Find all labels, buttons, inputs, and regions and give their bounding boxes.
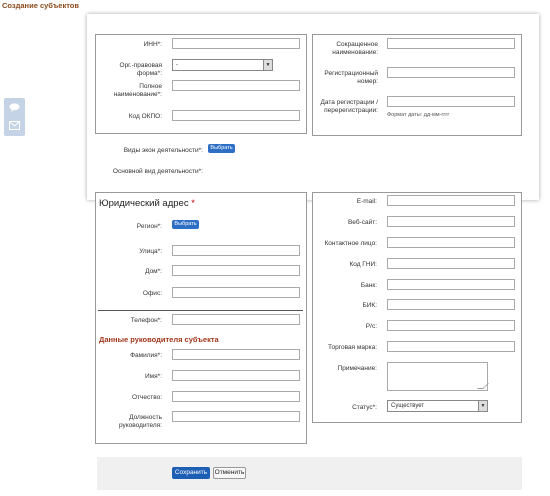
reg-num-input[interactable]	[387, 67, 515, 78]
reg-date-label-2: перерегистрации:	[324, 107, 378, 114]
full-name-input[interactable]	[172, 80, 300, 91]
email-input[interactable]	[387, 195, 515, 206]
firstname-input[interactable]	[172, 370, 300, 381]
position-input[interactable]	[172, 411, 300, 422]
status-label: Статус*:	[352, 404, 377, 411]
page-title: Создание субъектов	[2, 1, 79, 10]
gni-input[interactable]	[387, 258, 515, 269]
status-select[interactable]: Существует ▼	[387, 400, 488, 412]
patronymic-input[interactable]	[172, 391, 300, 402]
chevron-down-icon[interactable]: ▼	[478, 401, 487, 411]
position-label-1: Должность	[129, 414, 162, 421]
date-format-hint: Формат даты: дд-мм-гггг	[387, 112, 450, 118]
patronymic-label: Отчество:	[131, 394, 162, 401]
chat-bubble-icon[interactable]	[9, 103, 20, 112]
full-name-label-1: Полное	[139, 83, 162, 90]
note-textarea[interactable]	[387, 362, 489, 391]
form-footer	[97, 457, 522, 490]
reg-date-label-1: Дата регистрации /	[320, 99, 378, 106]
inn-input[interactable]	[172, 38, 300, 49]
bank-input[interactable]	[387, 279, 515, 290]
chevron-down-icon[interactable]: ▼	[263, 60, 272, 70]
website-input[interactable]	[387, 216, 515, 227]
firstname-label: Имя*:	[145, 373, 162, 380]
trademark-label: Торговая марка:	[328, 344, 377, 351]
lastname-label: Фамилия*:	[130, 352, 162, 359]
inn-label: ИНН*:	[143, 41, 162, 48]
region-choose-button[interactable]: Выбрать	[172, 220, 199, 229]
side-tab[interactable]	[4, 98, 25, 136]
bik-input[interactable]	[387, 299, 515, 310]
region-label: Регион*:	[136, 223, 162, 230]
org-form-select[interactable]: - ▼	[172, 59, 273, 71]
house-input[interactable]	[172, 265, 300, 276]
full-name-label-2: наименование*:	[113, 91, 162, 98]
account-input[interactable]	[387, 320, 515, 331]
street-label: Улица*:	[139, 248, 162, 255]
house-label: Дом*:	[145, 268, 162, 275]
office-input[interactable]	[172, 287, 300, 298]
contact-person-input[interactable]	[387, 237, 515, 248]
account-label: Р/с:	[365, 323, 377, 330]
email-label: E-mail:	[356, 198, 377, 205]
envelope-icon[interactable]	[9, 121, 20, 130]
head-section-title: Данные руководителя субъекта	[99, 335, 219, 344]
street-input[interactable]	[172, 245, 300, 256]
reg-num-label-2: номер:	[357, 78, 378, 85]
reg-date-input[interactable]	[387, 96, 515, 107]
website-label: Веб-сайт:	[347, 219, 377, 226]
position-label-2: руководителя:	[118, 422, 162, 429]
lastname-input[interactable]	[172, 349, 300, 360]
short-name-label-2: наименование:	[332, 49, 378, 56]
okpo-input[interactable]	[172, 110, 300, 121]
resize-grip-icon[interactable]	[477, 383, 489, 389]
gni-label: Код ГНИ:	[349, 261, 377, 268]
address-divider	[98, 310, 303, 311]
bank-label: Банк:	[360, 282, 377, 289]
status-value: Существует	[391, 403, 425, 409]
save-button[interactable]: Сохранить	[172, 467, 210, 479]
short-name-label-1: Сокращенное	[336, 41, 378, 48]
activity-choose-button[interactable]: Выбрать	[208, 144, 235, 153]
activity-types-label: Виды экон деятельности*:	[123, 147, 203, 154]
trademark-input[interactable]	[387, 341, 515, 352]
okpo-label: Код ОКПО:	[128, 113, 162, 120]
phone-label: Телефон*:	[130, 317, 162, 324]
org-form-label: Орг.-правовая форма*:	[119, 62, 162, 77]
org-form-value: -	[176, 62, 178, 68]
note-label: Примечание:	[337, 365, 377, 372]
cancel-button[interactable]: Отменить	[213, 467, 246, 479]
main-activity-label: Основной вид деятельности*:	[112, 168, 203, 175]
office-label: Офис:	[142, 290, 162, 297]
short-name-input[interactable]	[387, 38, 515, 49]
contact-person-label: Контактное лицо:	[324, 240, 377, 247]
reg-num-label-1: Регистрационный	[324, 70, 378, 77]
address-title: Юридический адрес *	[99, 198, 195, 209]
phone-input[interactable]	[172, 314, 300, 325]
bik-label: БИК:	[362, 302, 377, 309]
